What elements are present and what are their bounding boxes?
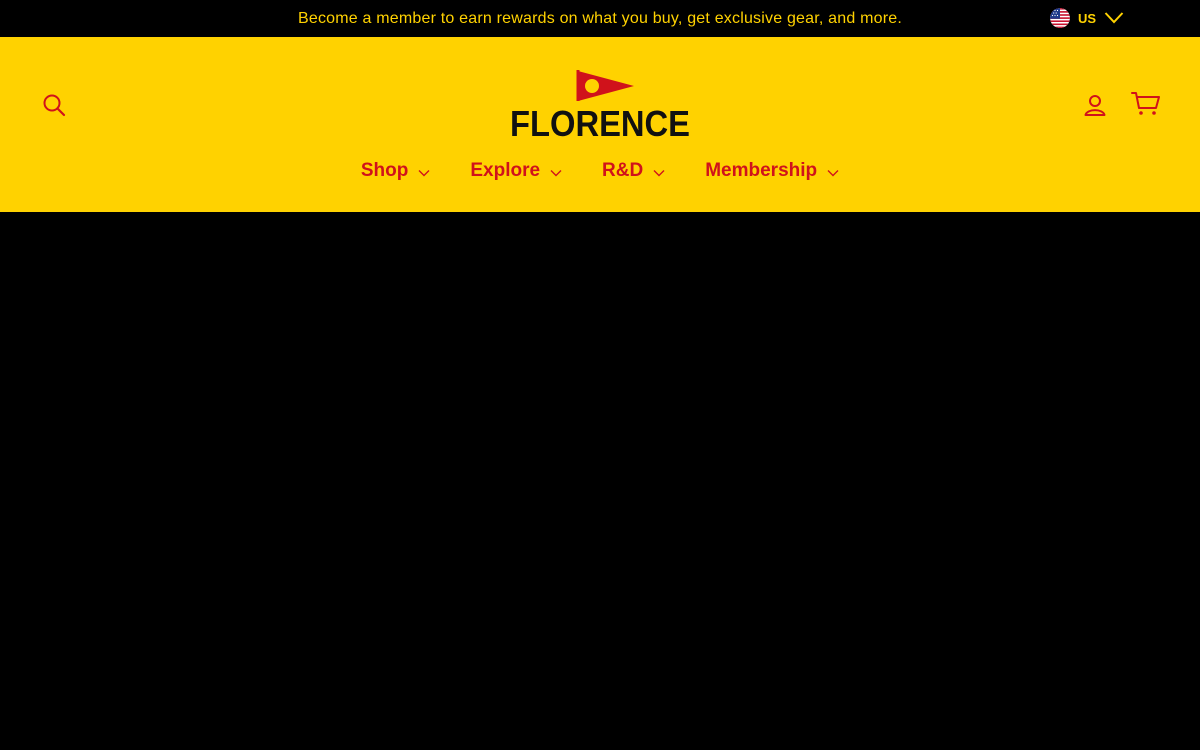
chevron-down-icon bbox=[653, 169, 665, 176]
nav-item-explore[interactable]: Explore bbox=[470, 160, 562, 182]
nav-item-membership[interactable]: Membership bbox=[705, 160, 839, 182]
account-icon bbox=[1084, 95, 1106, 116]
announcement-text[interactable]: Become a member to earn rewards on what … bbox=[298, 10, 902, 28]
locale-code: US bbox=[1077, 10, 1096, 26]
chevron-down-icon bbox=[550, 169, 562, 176]
chevron-down-icon bbox=[1104, 12, 1124, 24]
cart-button[interactable] bbox=[1130, 89, 1162, 119]
nav-item-label: R&D bbox=[602, 160, 644, 181]
nav-item-label: Membership bbox=[705, 160, 818, 181]
main-nav: Shop Explore R&D Membership bbox=[0, 155, 1200, 187]
nav-item-label: Explore bbox=[470, 160, 541, 181]
us-flag-icon bbox=[1049, 8, 1070, 28]
cart-icon bbox=[1131, 92, 1160, 115]
main-content-area bbox=[0, 212, 1200, 750]
logo-wordmark: FLORENCE bbox=[510, 103, 690, 139]
search-icon bbox=[43, 94, 66, 117]
search-button[interactable] bbox=[40, 91, 68, 119]
nav-item-label: Shop bbox=[360, 160, 409, 181]
nav-item-shop[interactable]: Shop bbox=[361, 160, 431, 182]
nav-item-rnd[interactable]: R&D bbox=[602, 160, 665, 182]
announcement-bar: Become a member to earn rewards on what … bbox=[0, 0, 1200, 37]
locale-selector[interactable]: US bbox=[1049, 8, 1124, 28]
chevron-down-icon bbox=[418, 169, 430, 176]
florence-logo[interactable]: FLORENCE bbox=[508, 69, 692, 139]
site-header: FLORENCE Shop Explore R&D Membership bbox=[0, 37, 1200, 212]
account-button[interactable] bbox=[1081, 91, 1109, 119]
chevron-down-icon bbox=[827, 169, 839, 176]
